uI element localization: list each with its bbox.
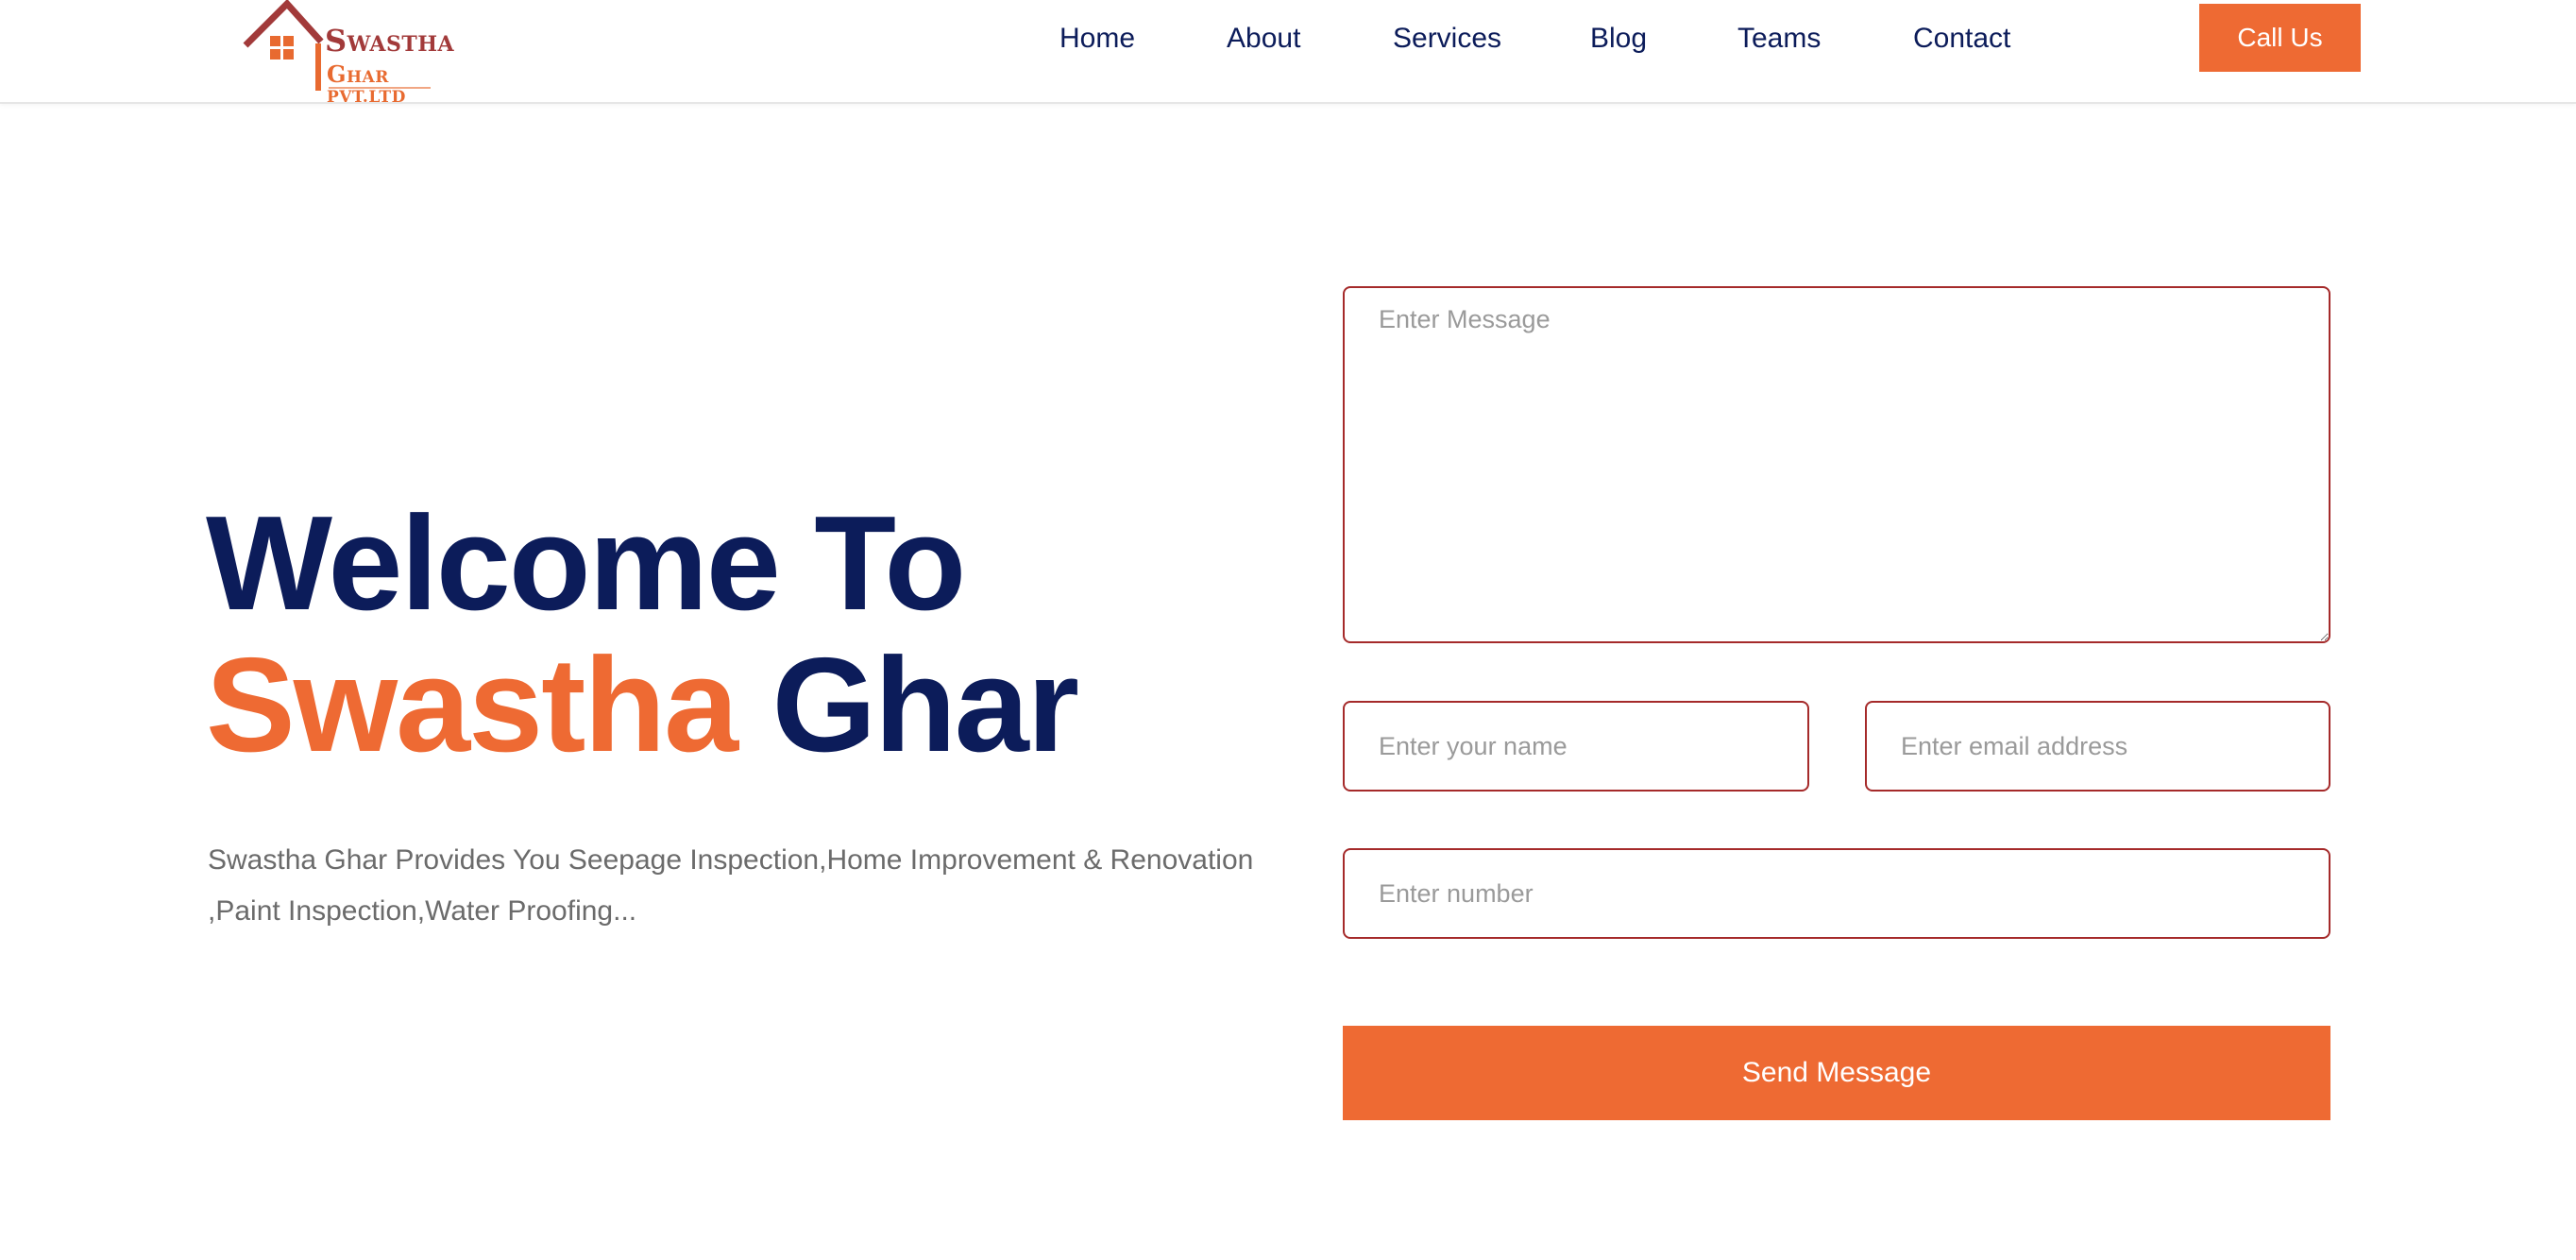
hero-title-line1: Welcome To [206,488,966,639]
nav-about[interactable]: About [1227,19,1300,59]
hero-description: Swastha Ghar Provides You Seepage Inspec… [208,844,1254,927]
message-textarea[interactable] [1343,286,2330,643]
name-input[interactable] [1343,701,1809,792]
hero-title-accent: Swastha [206,630,738,780]
nav-home[interactable]: Home [1059,19,1135,59]
house-logo-icon [243,0,324,91]
nav-blog[interactable]: Blog [1590,19,1647,59]
logo-text-bottom: GHAR PVT.LTD [327,60,406,107]
nav-contact[interactable]: Contact [1913,19,2010,59]
call-us-button[interactable]: Call Us [2199,4,2361,72]
send-message-button[interactable]: Send Message [1343,1026,2330,1120]
logo-text-top: SWASTHA [325,23,455,59]
brand-logo[interactable]: SWASTHA GHAR PVT.LTD [242,0,454,107]
number-input[interactable] [1343,848,2330,939]
logo-underline [329,87,431,89]
site-header: SWASTHA GHAR PVT.LTD Home About Services… [0,0,2576,107]
nav-teams[interactable]: Teams [1737,19,1821,59]
nav-services[interactable]: Services [1393,19,1501,59]
hero-title: Welcome To Swastha Ghar [206,493,1079,776]
hero-title-rest: Ghar [771,630,1079,780]
email-input[interactable] [1865,701,2330,792]
